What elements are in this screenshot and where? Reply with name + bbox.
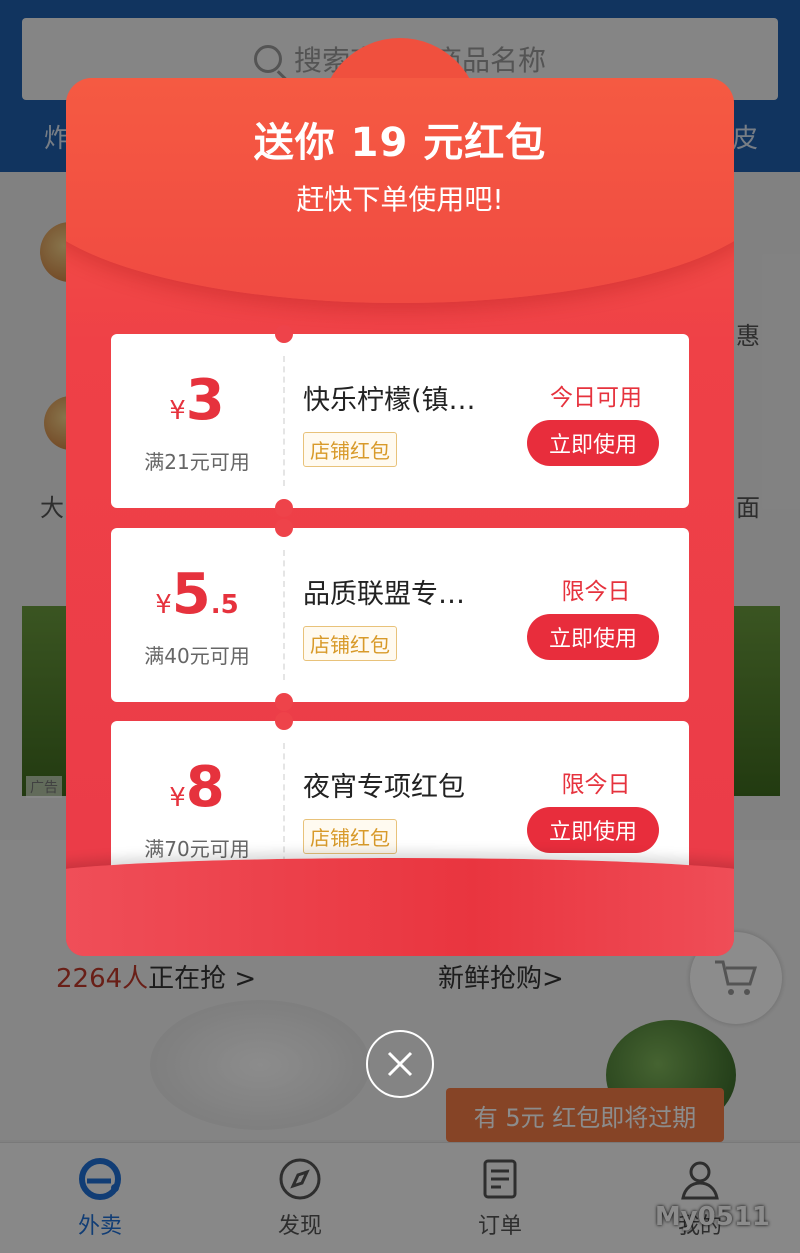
amount-value: 5 xyxy=(171,562,211,627)
coupon-card: ¥3 满21元可用 快乐柠檬(镇… 店铺红包 今日可用 立即使用 xyxy=(111,325,689,517)
use-now-button[interactable]: 立即使用 xyxy=(527,420,659,466)
coupon-name: 快乐柠檬(镇… xyxy=(303,385,476,416)
coupon-availability: 今日可用 xyxy=(550,385,642,411)
coupon-name: 夜宵专项红包 xyxy=(303,772,465,803)
close-icon xyxy=(387,1051,413,1077)
coupon-card: ¥5.5 满40元可用 品质联盟专… 店铺红包 限今日 立即使用 xyxy=(111,519,689,711)
currency-symbol: ¥ xyxy=(155,590,172,620)
coupon-amount: ¥8 xyxy=(111,755,283,820)
use-now-button[interactable]: 立即使用 xyxy=(527,807,659,853)
amount-value: 8 xyxy=(185,755,225,820)
amount-value: 3 xyxy=(185,368,225,433)
close-button[interactable] xyxy=(366,1030,434,1098)
coupon-divider xyxy=(283,356,285,486)
coupon-name: 品质联盟专… xyxy=(303,579,465,610)
modal-bottom-flap xyxy=(66,858,734,956)
coupon-amount: ¥5.5 xyxy=(111,562,283,627)
coupon-condition: 满21元可用 xyxy=(144,450,250,474)
coupon-divider xyxy=(283,550,285,680)
currency-symbol: ¥ xyxy=(169,396,186,426)
coupon-divider xyxy=(283,743,285,873)
coupon-amount: ¥3 xyxy=(111,368,283,433)
coupon-condition: 满70元可用 xyxy=(144,837,250,861)
modal-body: 送你 19 元红包 赶快下单使用吧! ¥3 满21元可用 快乐柠檬(镇… 店铺红… xyxy=(66,78,734,956)
coupon-tag: 店铺红包 xyxy=(303,626,397,661)
modal-subtitle: 赶快下单使用吧! xyxy=(296,183,504,216)
coupon-availability: 限今日 xyxy=(561,579,631,605)
amount-decimal: .5 xyxy=(210,590,239,620)
coupon-availability: 限今日 xyxy=(561,772,631,798)
modal-title: 送你 19 元红包 xyxy=(253,120,547,166)
coupon-tag: 店铺红包 xyxy=(303,432,397,467)
use-now-button[interactable]: 立即使用 xyxy=(527,614,659,660)
coupon-tag: 店铺红包 xyxy=(303,819,397,854)
currency-symbol: ¥ xyxy=(169,783,186,813)
coupon-condition: 满40元可用 xyxy=(144,644,250,668)
red-packet-modal: 送你 19 元红包 赶快下单使用吧! ¥3 满21元可用 快乐柠檬(镇… 店铺红… xyxy=(66,38,734,956)
